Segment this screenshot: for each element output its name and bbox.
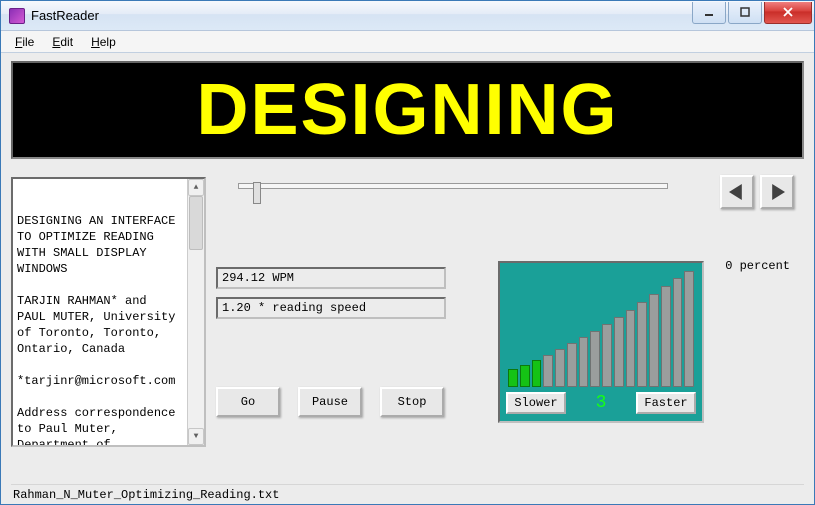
speed-bar bbox=[520, 365, 530, 387]
go-button[interactable]: Go bbox=[216, 387, 280, 417]
nav-buttons bbox=[720, 175, 794, 209]
app-icon bbox=[9, 8, 25, 24]
maximize-icon bbox=[740, 7, 750, 17]
next-button[interactable] bbox=[760, 175, 794, 209]
scroll-track[interactable] bbox=[188, 196, 204, 428]
scroll-thumb[interactable] bbox=[189, 196, 203, 250]
speed-panel: Slower 3 Faster bbox=[498, 261, 704, 423]
minimize-button[interactable] bbox=[692, 2, 726, 24]
text-scrollbar[interactable]: ▲ ▼ bbox=[187, 179, 204, 445]
menu-edit[interactable]: Edit bbox=[44, 33, 81, 51]
speed-bars bbox=[508, 273, 694, 387]
speed-bar bbox=[532, 360, 542, 387]
speed-bar bbox=[684, 271, 694, 387]
scroll-up-button[interactable]: ▲ bbox=[188, 179, 204, 196]
close-button[interactable] bbox=[764, 2, 812, 24]
speed-bar bbox=[590, 331, 600, 387]
readouts: 294.12 WPM 1.20 * reading speed bbox=[216, 267, 446, 327]
speed-bar bbox=[649, 294, 659, 387]
percent-label: 0 percent bbox=[725, 259, 790, 273]
progress-slider[interactable] bbox=[238, 183, 668, 189]
playback-buttons: Go Pause Stop bbox=[216, 387, 444, 417]
status-filename: Rahman_N_Muter_Optimizing_Reading.txt bbox=[13, 488, 279, 502]
speed-value: 3 bbox=[596, 393, 607, 413]
speed-bar bbox=[555, 349, 565, 387]
source-text-panel[interactable]: DESIGNING AN INTERFACE TO OPTIMIZE READI… bbox=[11, 177, 206, 447]
speed-bar bbox=[673, 278, 683, 387]
scroll-down-button[interactable]: ▼ bbox=[188, 428, 204, 445]
menu-file[interactable]: File bbox=[7, 33, 42, 51]
stop-button[interactable]: Stop bbox=[380, 387, 444, 417]
app-window: FastReader File Edit Help DESIGNING DESI… bbox=[0, 0, 815, 505]
speed-bar bbox=[579, 337, 589, 387]
speed-bar bbox=[508, 369, 518, 387]
multiplier-readout: 1.20 * reading speed bbox=[216, 297, 446, 319]
progress-handle[interactable] bbox=[253, 182, 261, 204]
status-bar: Rahman_N_Muter_Optimizing_Reading.txt bbox=[11, 484, 804, 504]
maximize-button[interactable] bbox=[728, 2, 762, 24]
triangle-left-icon bbox=[729, 184, 745, 200]
speed-bar bbox=[637, 302, 647, 387]
window-title: FastReader bbox=[31, 8, 690, 23]
menu-help[interactable]: Help bbox=[83, 33, 124, 51]
source-text: DESIGNING AN INTERFACE TO OPTIMIZE READI… bbox=[17, 213, 200, 447]
speed-bar bbox=[626, 310, 636, 387]
prev-button[interactable] bbox=[720, 175, 754, 209]
speed-bar bbox=[543, 355, 553, 387]
speed-controls: Slower 3 Faster bbox=[506, 391, 696, 415]
speed-bar bbox=[661, 286, 671, 387]
slower-button[interactable]: Slower bbox=[506, 392, 566, 414]
titlebar[interactable]: FastReader bbox=[1, 1, 814, 31]
wpm-readout: 294.12 WPM bbox=[216, 267, 446, 289]
main-area: DESIGNING AN INTERFACE TO OPTIMIZE READI… bbox=[11, 177, 804, 484]
speed-bar bbox=[602, 324, 612, 387]
faster-button[interactable]: Faster bbox=[636, 392, 696, 414]
speed-bar bbox=[567, 343, 577, 387]
window-buttons bbox=[690, 2, 812, 24]
word-display: DESIGNING bbox=[11, 61, 804, 159]
minimize-icon bbox=[704, 7, 714, 17]
client-area: DESIGNING DESIGNING AN INTERFACE TO OPTI… bbox=[1, 53, 814, 504]
triangle-right-icon bbox=[769, 184, 785, 200]
controls-area: 294.12 WPM 1.20 * reading speed 0 percen… bbox=[216, 177, 804, 484]
speed-bar bbox=[614, 317, 624, 387]
close-icon bbox=[783, 7, 793, 17]
menubar: File Edit Help bbox=[1, 31, 814, 53]
pause-button[interactable]: Pause bbox=[298, 387, 362, 417]
